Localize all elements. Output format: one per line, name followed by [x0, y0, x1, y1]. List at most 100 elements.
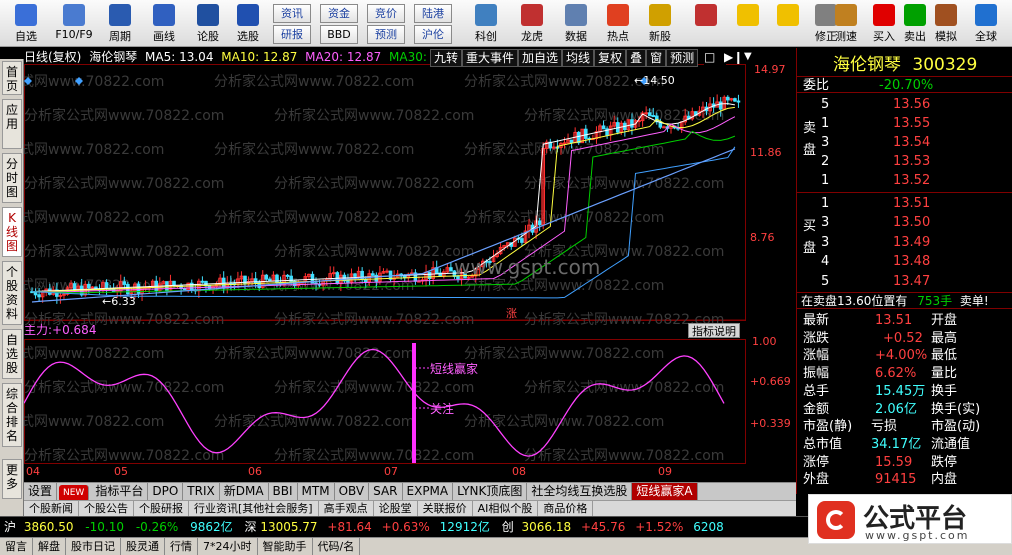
toolbar-stock-picker-button[interactable]: 选股 — [228, 2, 268, 45]
bbd-button[interactable]: BBD — [320, 25, 358, 44]
status-item[interactable]: 股市日记 — [66, 538, 121, 555]
order-book-row[interactable]: 3 13.54 — [797, 134, 1012, 151]
kline-chart-svg[interactable]: 分析家公式网www.70822.com 分析家公式网www.70822.com 分析… — [24, 48, 796, 482]
hulun-button[interactable]: 沪伦 — [414, 25, 452, 44]
indicator-explain-button[interactable]: 指标说明 — [688, 323, 740, 338]
indicator-tab[interactable]: MTM — [298, 483, 335, 500]
status-item[interactable]: 代码/名 — [313, 538, 361, 555]
tab-watchlist[interactable]: 自选股 — [2, 329, 22, 379]
jingjia-button[interactable]: 竞价 — [367, 4, 405, 23]
candle-body — [122, 281, 127, 285]
sz-amount: 12912亿 — [439, 520, 490, 534]
ma20-label: MA20: 12.87 — [305, 50, 382, 64]
news-tab[interactable]: 商品价格 — [538, 501, 594, 516]
chart-header-button[interactable]: 重大事件 — [462, 49, 519, 67]
order-book-row[interactable]: 1 13.52 — [797, 172, 1012, 189]
expand-icon[interactable]: ▶❙ — [724, 49, 746, 65]
indicator-tab[interactable]: LYNK顶底图 — [453, 483, 528, 500]
order-book-row[interactable]: 1 13.55 — [797, 115, 1012, 132]
news-tab[interactable]: 高手观点 — [319, 501, 374, 516]
tab-kline[interactable]: K线图 — [2, 207, 22, 257]
color-grid-button[interactable] — [686, 2, 726, 45]
toolbar-globe-button[interactable]: 全球 — [966, 2, 1006, 45]
month-label: 08 — [512, 465, 526, 478]
status-item[interactable]: 智能助手 — [258, 538, 313, 555]
chart-header-button[interactable]: 九转 — [430, 49, 463, 67]
lock-icon[interactable]: □ — [704, 49, 726, 65]
toolbar-pencil-button[interactable]: 画线 — [144, 2, 184, 45]
toolbar-hot-button[interactable]: 热点 — [598, 2, 638, 45]
toolbar-forum-button[interactable]: 论股 — [188, 2, 228, 45]
kline-chart-area[interactable]: 分析家公式网www.70822.com 分析家公式网www.70822.com 分析… — [24, 48, 796, 482]
order-book-row[interactable]: 3 13.49 — [797, 234, 1012, 251]
indicator-tick-low: +0.339 — [750, 417, 791, 430]
tab-ranking[interactable]: 综合排名 — [2, 383, 22, 447]
indicator-tab[interactable]: SAR — [369, 483, 403, 500]
order-book-row[interactable]: 4 13.48 — [797, 253, 1012, 270]
indicator-tab[interactable]: 新DMA — [220, 483, 269, 500]
lugang-button[interactable]: 陆港 — [414, 4, 452, 23]
chart-header-button[interactable]: 均线 — [562, 49, 595, 67]
candle-body — [651, 115, 656, 118]
toolbar-hammer-button[interactable]: 模拟 — [926, 2, 966, 45]
back-arrow-button[interactable] — [728, 2, 768, 45]
news-tab[interactable]: AI相似个股 — [473, 501, 539, 516]
status-item[interactable]: 解盘 — [33, 538, 66, 555]
order-book-row[interactable]: 5 13.47 — [797, 273, 1012, 290]
order-book-row[interactable]: 5 13.56 — [797, 96, 1012, 113]
toolbar-info-button[interactable]: F10/F9 — [54, 2, 94, 45]
chart-header-button[interactable]: 复权 — [594, 49, 627, 67]
status-item[interactable]: 行情 — [165, 538, 198, 555]
tab-intraday[interactable]: 分时图 — [2, 153, 22, 203]
indicator-tab[interactable]: BBI — [269, 483, 298, 500]
chart-header-button[interactable]: 窗 — [646, 49, 667, 67]
toolbar-star-button[interactable]: 自选 — [6, 2, 46, 45]
indicator-tab[interactable]: OBV — [335, 483, 370, 500]
toolbar-label: 周期 — [109, 30, 131, 43]
chart-header-button[interactable]: 预测 — [666, 49, 699, 67]
indicator-tab[interactable]: 短线赢家A — [632, 483, 698, 500]
news-tab[interactable]: 关联报价 — [418, 501, 473, 516]
indicator-tab[interactable]: 社全均线互换选股 — [527, 483, 633, 500]
news-tab[interactable]: 个股公告 — [79, 501, 134, 516]
status-item[interactable]: 股灵通 — [121, 538, 165, 555]
tab-apps[interactable]: 应用 — [2, 99, 22, 149]
order-level: 2 — [821, 154, 830, 169]
order-book-row[interactable]: 3 13.50 — [797, 214, 1012, 231]
toolbar-clock-button[interactable]: 周期 — [100, 2, 140, 45]
yanbao-button[interactable]: 研报 — [273, 25, 311, 44]
news-tab[interactable]: 论股堂 — [374, 501, 418, 516]
watermark-text: 分析家公式网www.70822.com — [24, 447, 224, 464]
toolbar-dragon-button[interactable]: 龙虎 — [512, 2, 552, 45]
news-tab[interactable]: 个股研报 — [134, 501, 189, 516]
chart-header-button[interactable]: 叠 — [626, 49, 647, 67]
indicator-tab[interactable]: 设置 — [24, 483, 58, 500]
sz-pct: +0.63% — [381, 520, 430, 534]
toolbar-scitech-button[interactable]: 科创 — [466, 2, 506, 45]
watermark-text: 分析家公式网www.70822.com — [214, 345, 414, 362]
indicator-tab[interactable]: DPO — [148, 483, 184, 500]
zijin-button[interactable]: 资金 — [320, 4, 358, 23]
indicator-tab[interactable]: TRIX — [183, 483, 220, 500]
zixun-button[interactable]: 资讯 — [273, 4, 311, 23]
forward-arrow-button[interactable] — [768, 2, 808, 45]
news-tab[interactable]: 行业资讯[其他社会服务] — [189, 501, 319, 516]
yuce-button[interactable]: 预测 — [367, 25, 405, 44]
chart-header-button[interactable]: 加自选 — [518, 49, 563, 67]
status-item[interactable]: 7*24小时 — [198, 538, 258, 555]
tab-home[interactable]: 首页 — [2, 61, 22, 95]
order-price: 13.51 — [893, 196, 931, 211]
toolbar-ipo-button[interactable]: 新股 — [640, 2, 680, 45]
indicator-tab[interactable]: 指标平台 — [91, 483, 149, 500]
order-book-row[interactable]: 1 13.51 — [797, 195, 1012, 212]
tab-stock-profile[interactable]: 个股资料 — [2, 261, 22, 325]
status-item[interactable]: 留言 — [0, 538, 33, 555]
indicator-tab[interactable]: EXPMA — [403, 483, 454, 500]
toolbar-data-button[interactable]: 数据 — [556, 2, 596, 45]
toolbar-speed-test-button[interactable]: 测速 — [826, 2, 866, 45]
news-tab[interactable]: 个股新闻 — [24, 501, 79, 516]
order-price: 13.54 — [893, 135, 931, 150]
order-book-row[interactable]: 2 13.53 — [797, 153, 1012, 170]
speed-test-icon — [835, 4, 857, 26]
tab-more[interactable]: 更多 — [2, 459, 22, 499]
